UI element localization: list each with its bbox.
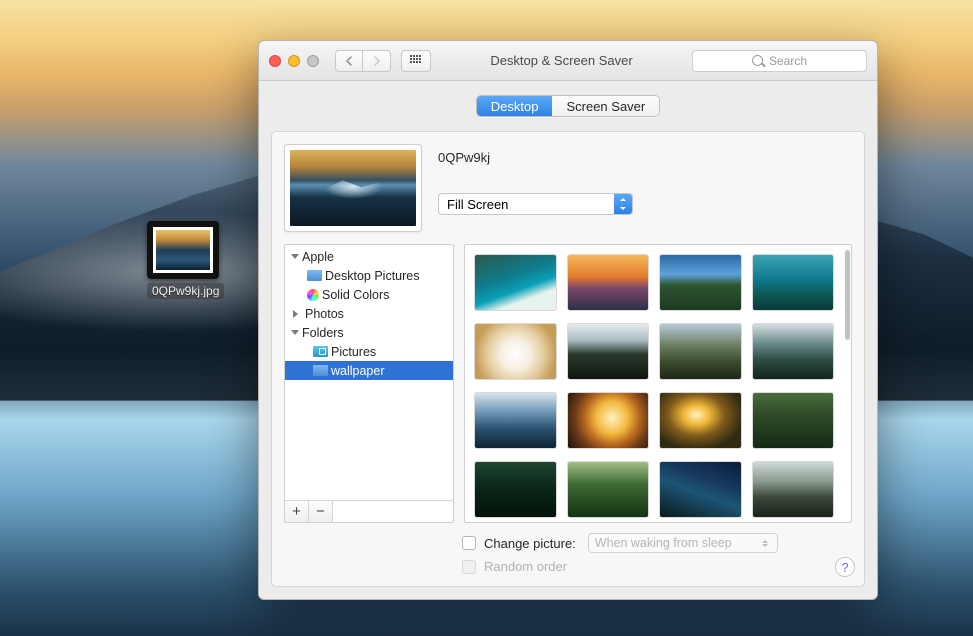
fit-mode-popup[interactable]: Fill Screen	[438, 193, 633, 215]
source-tree: Apple Desktop Pictures Solid Colors	[284, 244, 454, 523]
tree-item-desktop-pictures[interactable]: Desktop Pictures	[285, 266, 453, 285]
window-body: Desktop Screen Saver 0QPw9kj Fill Screen	[259, 81, 877, 599]
disclosure-triangle-icon	[293, 310, 302, 318]
forward-button[interactable]	[363, 50, 391, 72]
random-order-label: Random order	[484, 559, 567, 574]
search-placeholder: Search	[769, 54, 807, 68]
wallpaper-thumbnail[interactable]	[568, 462, 649, 517]
wallpaper-thumbnail[interactable]	[660, 393, 741, 448]
file-label: 0QPw9kj.jpg	[147, 283, 224, 299]
minimize-button[interactable]	[288, 55, 300, 67]
thumbnail-grid	[465, 245, 843, 522]
remove-source-button[interactable]: −	[309, 501, 333, 522]
window-title: Desktop & Screen Saver	[441, 53, 682, 68]
desktop-file-icon[interactable]: 0QPw9kj.jpg	[147, 221, 219, 300]
nav-buttons	[335, 50, 391, 72]
window-controls	[269, 55, 319, 67]
wallpaper-thumbnail[interactable]	[568, 393, 649, 448]
file-thumbnail-image	[156, 230, 210, 270]
popup-arrows-icon	[762, 536, 772, 550]
pictures-folder-icon	[313, 346, 328, 357]
add-source-button[interactable]: +	[285, 501, 309, 522]
change-interval-popup[interactable]: When waking from sleep	[588, 533, 778, 553]
file-thumbnail-frame	[147, 221, 219, 279]
wallpaper-thumbnail[interactable]	[475, 393, 556, 448]
tree-item-pictures[interactable]: Pictures	[285, 342, 453, 361]
wallpaper-thumbnail[interactable]	[568, 255, 649, 310]
wallpaper-thumbnail[interactable]	[568, 324, 649, 379]
wallpaper-thumbnail[interactable]	[660, 324, 741, 379]
change-picture-row: Change picture: When waking from sleep	[284, 533, 852, 553]
preview-image	[290, 150, 416, 226]
disclosure-triangle-icon	[291, 254, 299, 263]
tree-item-wallpaper[interactable]: wallpaper	[285, 361, 453, 380]
tab-screensaver[interactable]: Screen Saver	[552, 96, 659, 116]
fit-mode-value: Fill Screen	[439, 194, 614, 214]
change-interval-value: When waking from sleep	[595, 536, 732, 550]
thumbnail-grid-container	[464, 244, 852, 523]
search-field[interactable]: Search	[692, 50, 867, 72]
random-order-row: Random order	[284, 559, 852, 574]
current-wallpaper-preview	[284, 144, 422, 232]
zoom-button[interactable]	[307, 55, 319, 67]
back-button[interactable]	[335, 50, 363, 72]
wallpaper-name: 0QPw9kj	[438, 150, 852, 165]
wallpaper-thumbnail[interactable]	[753, 462, 834, 517]
show-all-button[interactable]	[401, 50, 431, 72]
tree-item-apple[interactable]: Apple	[285, 247, 453, 266]
tab-segmented-control: Desktop Screen Saver	[476, 95, 660, 117]
wallpaper-thumbnail[interactable]	[475, 462, 556, 517]
tree-item-solid-colors[interactable]: Solid Colors	[285, 285, 453, 304]
tree-item-folders[interactable]: Folders	[285, 323, 453, 342]
wallpaper-thumbnail[interactable]	[475, 255, 556, 310]
wallpaper-thumbnail[interactable]	[753, 324, 834, 379]
wallpaper-thumbnail[interactable]	[660, 255, 741, 310]
color-wheel-icon	[307, 289, 319, 301]
wallpaper-thumbnail[interactable]	[660, 462, 741, 517]
wallpaper-thumbnail[interactable]	[753, 393, 834, 448]
tree-item-photos[interactable]: Photos	[285, 304, 453, 323]
desktop-panel: 0QPw9kj Fill Screen Apple	[271, 131, 865, 587]
help-button[interactable]: ?	[835, 557, 855, 577]
tree-footer: + −	[285, 500, 453, 522]
folder-icon	[307, 270, 322, 281]
tab-desktop[interactable]: Desktop	[477, 96, 553, 116]
change-picture-label: Change picture:	[484, 536, 576, 551]
random-order-checkbox	[462, 560, 476, 574]
scrollbar-thumb[interactable]	[845, 250, 850, 340]
change-picture-checkbox[interactable]	[462, 536, 476, 550]
preferences-window: Desktop & Screen Saver Search Desktop Sc…	[258, 40, 878, 600]
window-titlebar: Desktop & Screen Saver Search	[259, 41, 877, 81]
vertical-scrollbar[interactable]	[844, 248, 851, 519]
folder-icon	[313, 365, 328, 376]
close-button[interactable]	[269, 55, 281, 67]
disclosure-triangle-icon	[291, 330, 299, 339]
wallpaper-thumbnail[interactable]	[753, 255, 834, 310]
popup-arrows-icon	[614, 194, 632, 214]
search-icon	[752, 55, 763, 66]
wallpaper-thumbnail[interactable]	[475, 324, 556, 379]
